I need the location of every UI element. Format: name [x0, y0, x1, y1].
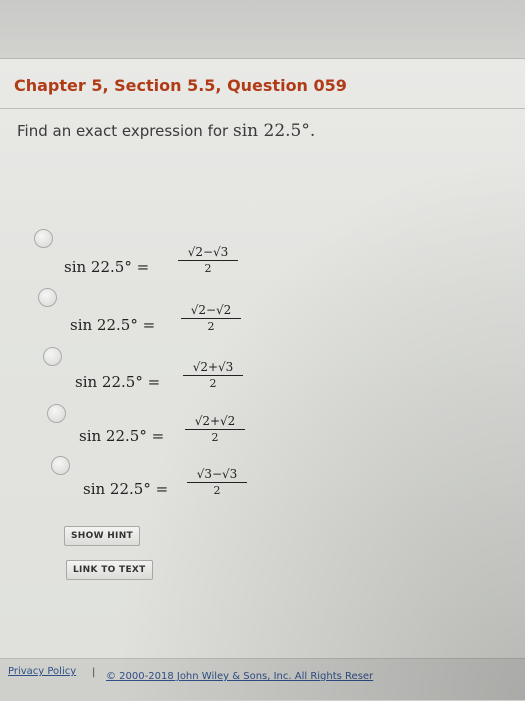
top-band: [0, 0, 525, 58]
option-3-denominator: 2: [209, 377, 217, 390]
option-2-lhs: sin 22.5° =: [70, 316, 156, 334]
footer-separator: |: [92, 667, 96, 678]
divider: [0, 108, 525, 109]
option-5-numerator: √3−√3: [187, 467, 247, 483]
privacy-policy-link[interactable]: Privacy Policy: [8, 666, 76, 677]
prompt-expression: sin 22.5°.: [232, 121, 316, 141]
option-5-fraction: √3−√3 2: [187, 467, 247, 497]
copyright-text[interactable]: © 2000-2018 John Wiley & Sons, Inc. All …: [106, 671, 373, 682]
option-1-lhs: sin 22.5° =: [64, 258, 150, 276]
option-2-numerator: √2−√2: [181, 303, 241, 319]
option-3-fraction: √2+√3 2: [183, 360, 243, 390]
question-title: Chapter 5, Section 5.5, Question 059: [14, 76, 347, 95]
option-3-radio[interactable]: [43, 347, 62, 366]
link-to-text-button[interactable]: LINK TO TEXT: [66, 560, 153, 580]
option-1-denominator: 2: [204, 262, 212, 275]
option-2-denominator: 2: [207, 320, 215, 333]
option-4-lhs: sin 22.5° =: [79, 427, 165, 445]
option-2-fraction: √2−√2 2: [181, 303, 241, 333]
option-5-radio[interactable]: [51, 456, 70, 475]
option-1-fraction: √2−√3 2: [178, 245, 238, 275]
question-prompt: Find an exact expression for sin 22.5°.: [17, 121, 315, 141]
option-3-lhs: sin 22.5° =: [75, 373, 161, 391]
option-4-radio[interactable]: [47, 404, 66, 423]
option-1-numerator: √2−√3: [178, 245, 238, 261]
option-4-fraction: √2+√2 2: [185, 414, 245, 444]
option-4-denominator: 2: [211, 431, 219, 444]
option-2-radio[interactable]: [38, 288, 57, 307]
option-5-lhs: sin 22.5° =: [83, 480, 169, 498]
option-3-numerator: √2+√3: [183, 360, 243, 376]
option-4-numerator: √2+√2: [185, 414, 245, 430]
option-5-denominator: 2: [213, 484, 221, 497]
option-1-radio[interactable]: [34, 229, 53, 248]
prompt-text: Find an exact expression for: [17, 122, 233, 140]
show-hint-button[interactable]: SHOW HINT: [64, 526, 140, 546]
